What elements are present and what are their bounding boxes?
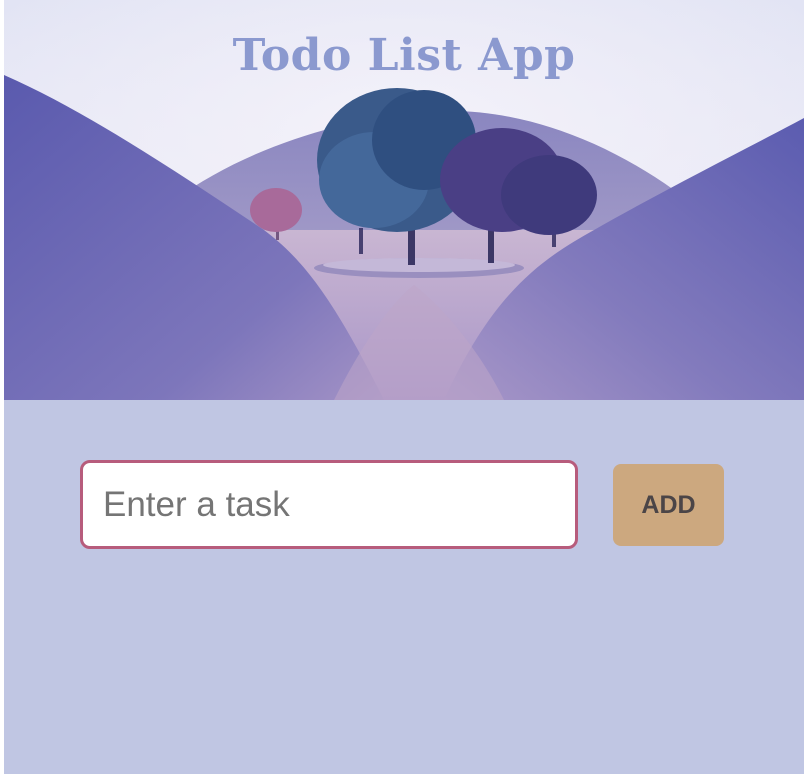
header-hero: Todo List App: [4, 0, 804, 400]
add-task-button[interactable]: ADD: [613, 464, 724, 546]
page-title: Todo List App: [232, 30, 576, 81]
task-input[interactable]: [80, 460, 578, 549]
todo-app: Todo List App ADD: [4, 0, 804, 774]
